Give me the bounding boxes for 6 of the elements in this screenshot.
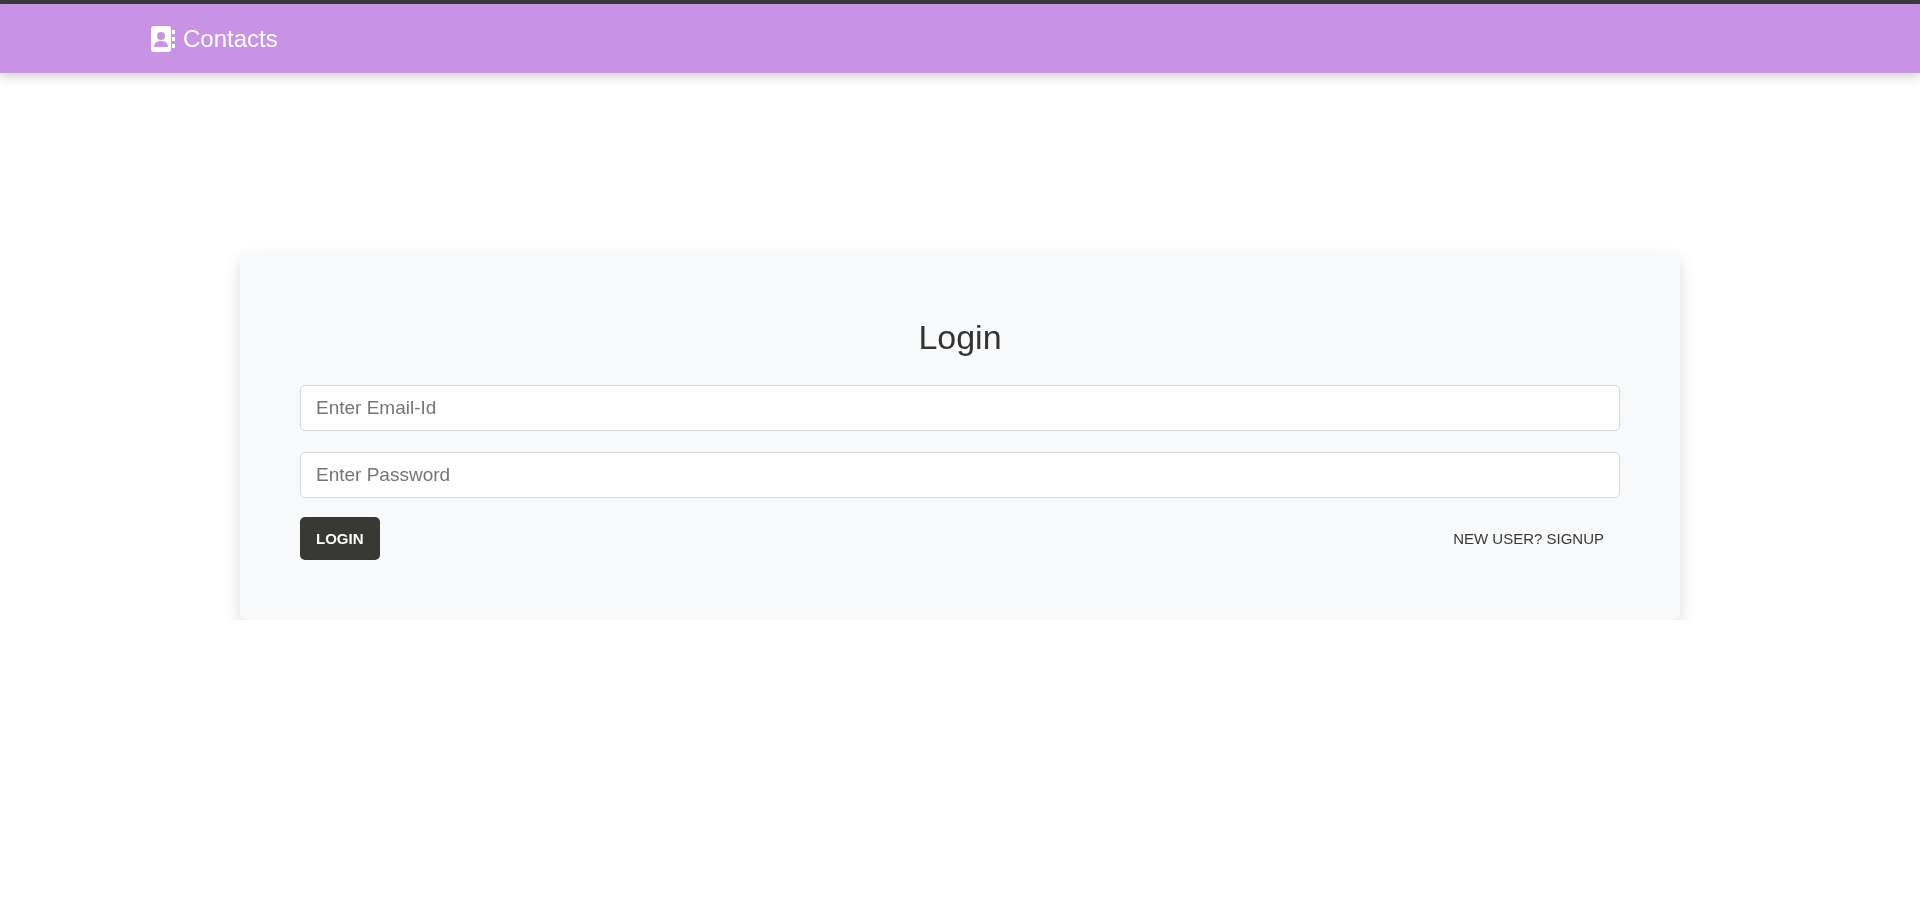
password-field[interactable]: Enter Password [300,452,1620,498]
signup-link[interactable]: NEW USER? SIGNUP [1453,530,1604,547]
login-button[interactable]: LOGIN [300,517,380,560]
login-title: Login [917,318,1003,357]
contact-book-icon [151,25,175,52]
email-field[interactable]: Enter Email-Id [300,385,1620,431]
